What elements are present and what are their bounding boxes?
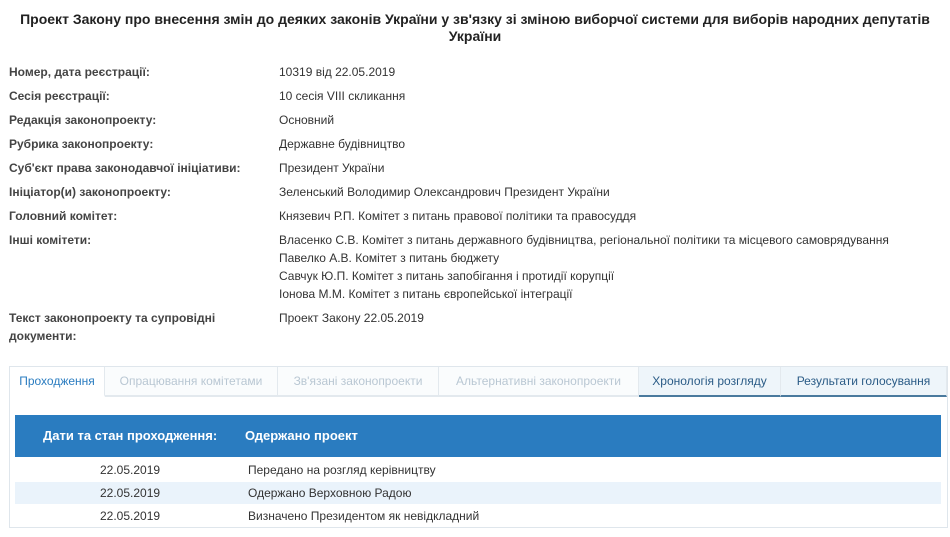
tab-bar: Проходження Опрацювання комітетами Зв'яз… [10, 367, 947, 397]
document-link[interactable]: Проект Закону 22.05.2019 [279, 309, 939, 327]
table-row: 22.05.2019 Одержано Верховною Радою [15, 482, 941, 504]
page-title: Проект Закону про внесення змін до деяки… [20, 11, 930, 44]
table-row: 22.05.2019 Визначено Президентом як невід… [100, 509, 480, 523]
table-header: Дати та стан проходження: Одержано проек… [15, 415, 941, 457]
table-row: 22.05.2019 Передано на розгляд керівництв… [100, 463, 436, 477]
tab-alternative[interactable]: Альтернативні законопроекти [439, 367, 639, 397]
tab-passage[interactable]: Проходження [10, 367, 105, 397]
tab-chronology[interactable]: Хронологія розгляду [639, 367, 781, 397]
tab-voting[interactable]: Результати голосування [781, 367, 947, 397]
tab-committees[interactable]: Опрацювання комітетами [105, 367, 278, 397]
tab-related[interactable]: Зв'язані законопроекти [278, 367, 439, 397]
tabs-panel: Проходження Опрацювання комітетами Зв'яз… [9, 366, 948, 528]
